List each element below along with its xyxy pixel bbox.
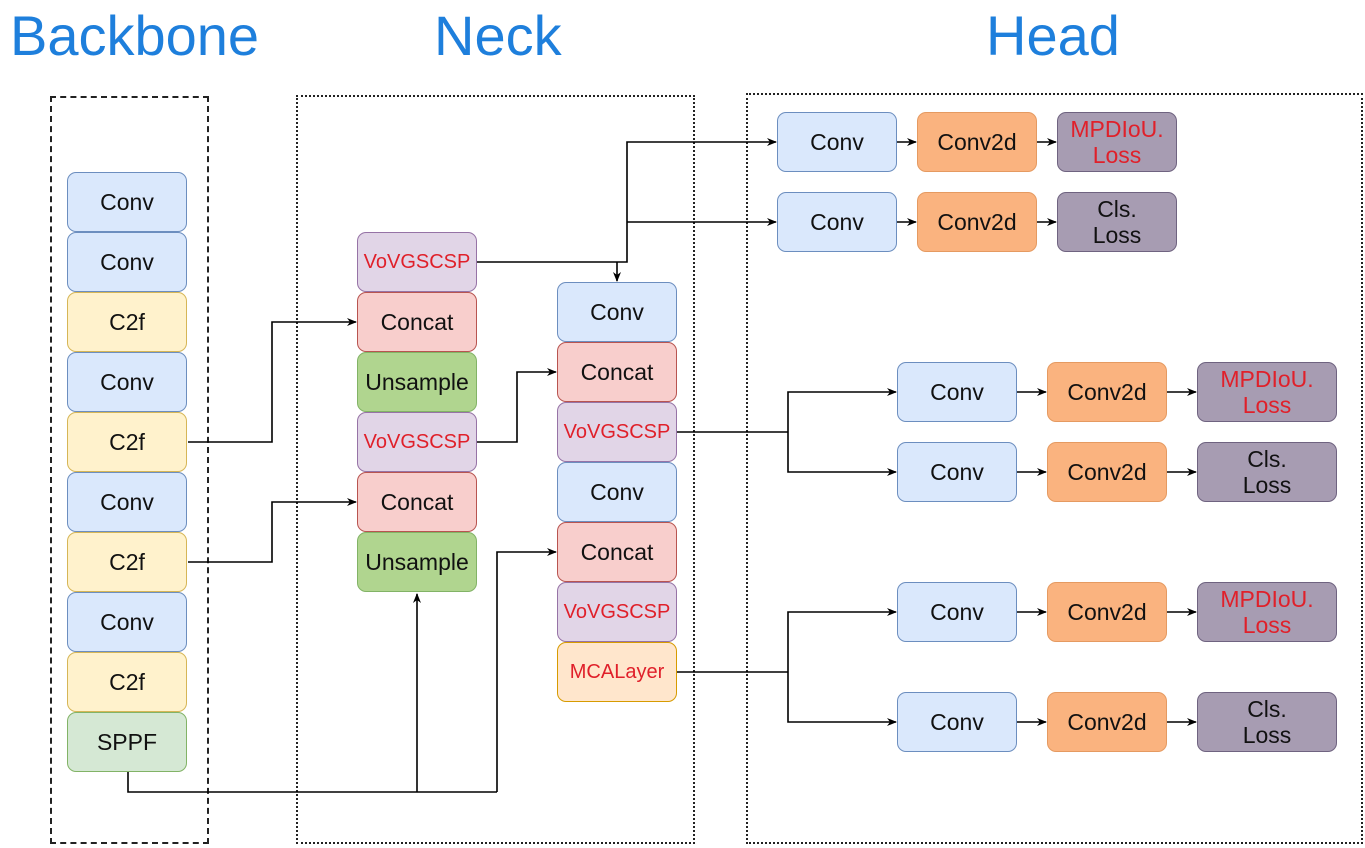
- neck-concat-3: Concat: [557, 342, 677, 402]
- neck-concat-1: Concat: [357, 292, 477, 352]
- backbone-conv-5: Conv: [67, 592, 187, 652]
- head1-box-conv2d: Conv2d: [917, 112, 1037, 172]
- neck-conv-1: Conv: [557, 282, 677, 342]
- head2-cls-conv2d: Conv2d: [1047, 442, 1167, 502]
- loss-label-line2: Loss: [1242, 612, 1292, 638]
- backbone-c2f-1: C2f: [67, 292, 187, 352]
- loss-label-line2: Loss: [1092, 142, 1142, 168]
- head3-box-conv2d: Conv2d: [1047, 582, 1167, 642]
- neck-vovgscsp-1: VoVGSCSP: [357, 232, 477, 292]
- backbone-sppf: SPPF: [67, 712, 187, 772]
- head1-cls-loss: Cls. Loss: [1057, 192, 1177, 252]
- backbone-conv-1: Conv: [67, 172, 187, 232]
- head1-cls-conv: Conv: [777, 192, 897, 252]
- edge-mca-to-head-box: [787, 608, 897, 672]
- neck-concat-4: Concat: [557, 522, 677, 582]
- edge-c2f-to-concat2: [188, 498, 357, 563]
- head1-box-conv: Conv: [777, 112, 897, 172]
- head2-cls-conv: Conv: [897, 442, 1017, 502]
- edge-c2f-to-concat1: [188, 318, 357, 443]
- edge-vov-top-bus: [477, 138, 777, 263]
- edge-vov2-to-head-cls: [787, 432, 897, 476]
- edge-mca-to-head-cls: [787, 672, 897, 726]
- neck-vovgscsp-3: VoVGSCSP: [557, 402, 677, 462]
- backbone-conv-2: Conv: [67, 232, 187, 292]
- head3-cls-conv2d: Conv2d: [1047, 692, 1167, 752]
- head2-box-conv2d: Conv2d: [1047, 362, 1167, 422]
- neck-concat-2: Concat: [357, 472, 477, 532]
- edge-sppf-bus: [127, 772, 497, 793]
- loss-label-line1: Cls.: [1097, 195, 1137, 222]
- neck-vovgscsp-4: VoVGSCSP: [557, 582, 677, 642]
- neck-unsample-2: Unsample: [357, 532, 477, 592]
- loss-label-line2: Loss: [1242, 472, 1292, 498]
- loss-label-line2: Loss: [1242, 392, 1292, 418]
- loss-label-line1: Cls.: [1247, 695, 1287, 722]
- backbone-c2f-2: C2f: [67, 412, 187, 472]
- loss-label-line2: Loss: [1092, 222, 1142, 248]
- edge-sppf-to-concat3: [496, 548, 557, 792]
- backbone-conv-4: Conv: [67, 472, 187, 532]
- edge-vov2-to-head-box: [787, 388, 897, 432]
- loss-label-line2: Loss: [1242, 722, 1292, 748]
- loss-label-line1: MPDIoU.: [1220, 365, 1314, 392]
- neck-mcalayer: MCALayer: [557, 642, 677, 702]
- backbone-c2f-4: C2f: [67, 652, 187, 712]
- backbone-c2f-3: C2f: [67, 532, 187, 592]
- loss-label-line1: Cls.: [1247, 445, 1287, 472]
- edge-vov-to-concat: [477, 368, 557, 443]
- loss-label-line1: MPDIoU.: [1070, 115, 1164, 142]
- loss-label-line1: MPDIoU.: [1220, 585, 1314, 612]
- neck-unsample-1: Unsample: [357, 352, 477, 412]
- head1-cls-conv2d: Conv2d: [917, 192, 1037, 252]
- head3-cls-loss: Cls. Loss: [1197, 692, 1337, 752]
- head2-mpdiou-loss: MPDIoU. Loss: [1197, 362, 1337, 422]
- neck-conv-2: Conv: [557, 462, 677, 522]
- neck-vovgscsp-2: VoVGSCSP: [357, 412, 477, 472]
- head2-box-conv: Conv: [897, 362, 1017, 422]
- head1-mpdiou-loss: MPDIoU. Loss: [1057, 112, 1177, 172]
- head3-box-conv: Conv: [897, 582, 1017, 642]
- head3-mpdiou-loss: MPDIoU. Loss: [1197, 582, 1337, 642]
- head2-cls-loss: Cls. Loss: [1197, 442, 1337, 502]
- head3-cls-conv: Conv: [897, 692, 1017, 752]
- backbone-conv-3: Conv: [67, 352, 187, 412]
